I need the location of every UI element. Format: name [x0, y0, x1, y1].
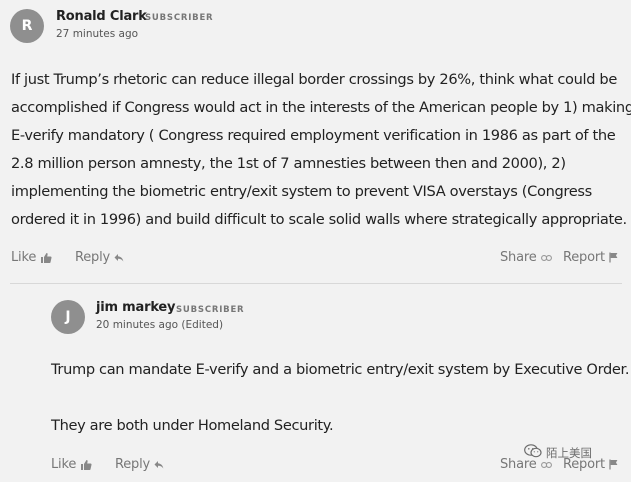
watermark-text: 陌上美国: [546, 445, 592, 460]
reply-paragraph: Trump can mandate E-verify and a biometr…: [51, 361, 630, 378]
link-icon: [540, 254, 552, 262]
reply-paragraph: They are both under Homeland Security.: [51, 417, 334, 434]
thumbs-up-icon: [40, 252, 52, 264]
comment-line: E-verify mandatory ( Congress required e…: [11, 127, 616, 144]
comment-line: accomplished if Congress would act in th…: [11, 99, 631, 116]
comment-body: If just Trump’s rhetoric can reduce ille…: [11, 66, 631, 234]
reply-label: Reply: [75, 250, 111, 265]
avatar[interactable]: J: [51, 300, 85, 334]
subscriber-badge: SUBSCRIBER: [176, 305, 245, 315]
link-icon: [540, 461, 552, 469]
report-label: Report: [563, 250, 605, 265]
reply-button[interactable]: Reply: [75, 250, 124, 265]
reply-arrow-icon: [154, 460, 164, 470]
comment-line: ordered it in 1996) and build difficult …: [11, 211, 627, 228]
comment-timestamp: 27 minutes ago: [56, 28, 139, 40]
share-label: Share: [500, 250, 537, 265]
share-button[interactable]: Share: [500, 250, 552, 265]
watermark: 陌上美国: [524, 444, 592, 461]
wechat-icon: [524, 444, 542, 461]
comment-author[interactable]: Ronald Clark: [56, 9, 147, 24]
reply-author[interactable]: jim markey: [96, 300, 176, 315]
thumbs-up-icon: [80, 459, 92, 471]
like-button[interactable]: Like: [11, 250, 52, 265]
like-label: Like: [51, 457, 77, 472]
subscriber-badge: SUBSCRIBER: [145, 13, 214, 23]
like-label: Like: [11, 250, 37, 265]
flag-icon: [609, 459, 618, 470]
reply-label: Reply: [115, 457, 151, 472]
reply-button[interactable]: Reply: [115, 457, 164, 472]
divider: [10, 283, 622, 284]
like-button[interactable]: Like: [51, 457, 92, 472]
reply-timestamp: 20 minutes ago (Edited): [96, 319, 224, 331]
report-button[interactable]: Report: [563, 250, 618, 265]
flag-icon: [609, 252, 618, 263]
comment-line: 2.8 million person amnesty, the 1st of 7…: [11, 155, 566, 172]
reply-arrow-icon: [114, 253, 124, 263]
avatar[interactable]: R: [10, 9, 44, 43]
comment-line: If just Trump’s rhetoric can reduce ille…: [11, 71, 617, 88]
comment-line: implementing the biometric entry/exit sy…: [11, 183, 592, 200]
